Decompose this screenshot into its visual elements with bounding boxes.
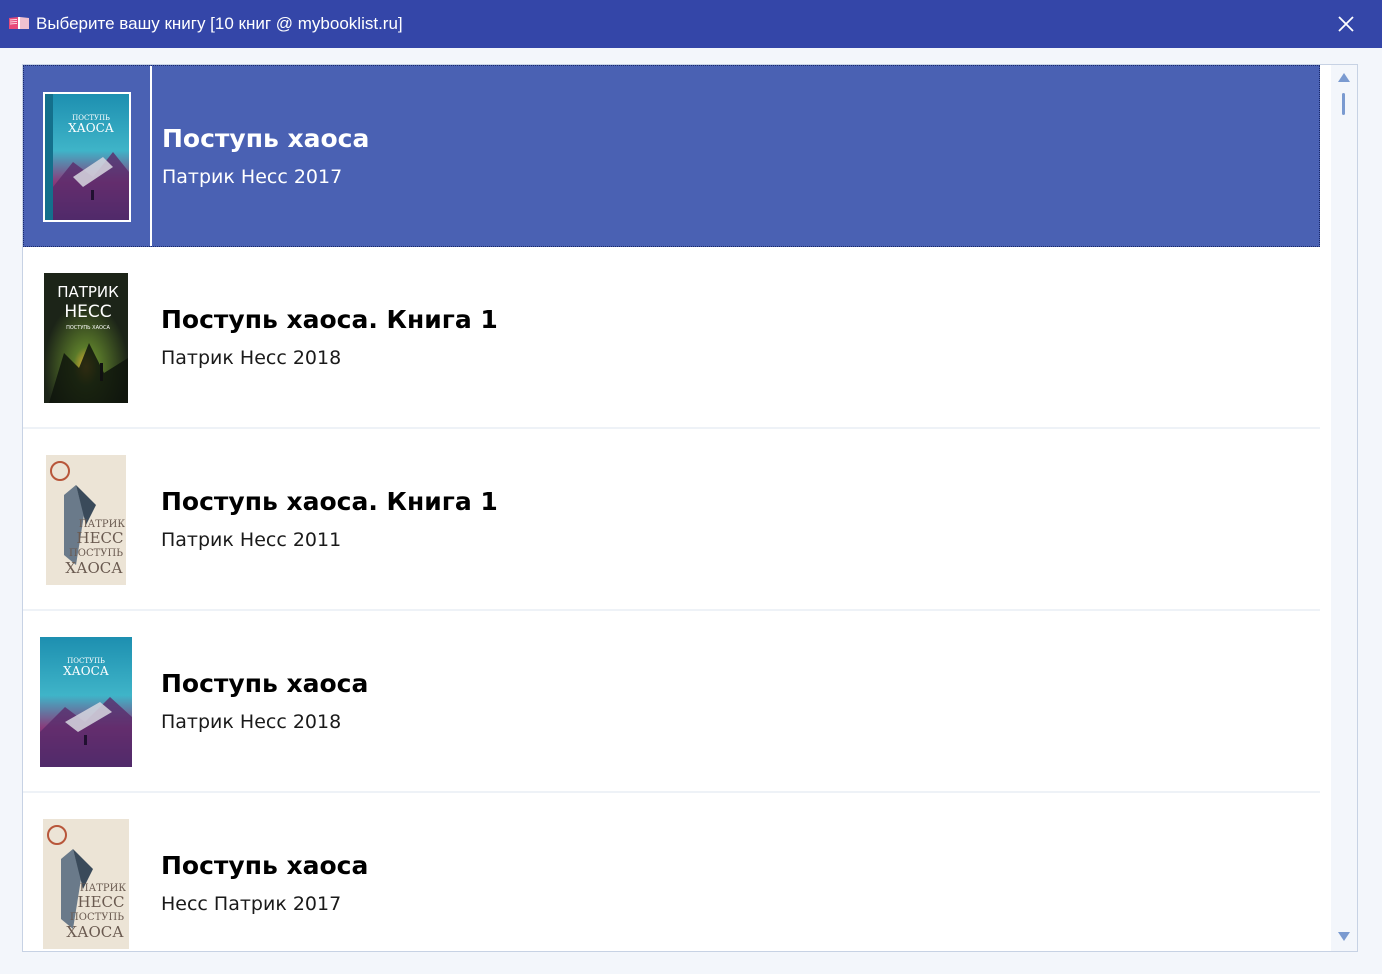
cover-text: НЕСС bbox=[78, 893, 125, 911]
book-author-year: Патрик Несс 2018 bbox=[161, 347, 342, 369]
book-list-item[interactable]: ПАТРИК НЕСС ПОСТУПЬ ХАОСА Поступь хаоса.… bbox=[23, 429, 1320, 611]
book-cover-image: ПАТРИК НЕСС ПОСТУПЬ ХАОСА bbox=[44, 273, 128, 403]
cover-text: НЕСС bbox=[64, 302, 111, 322]
cover-text: ПОСТУПЬ bbox=[69, 548, 123, 559]
cover-text: ХАОСА bbox=[68, 121, 114, 135]
title-bar: Выберите вашу книгу [10 книг @ mybooklis… bbox=[0, 0, 1382, 48]
open-book-icon bbox=[9, 17, 29, 29]
cover-text: ХАОСА bbox=[65, 559, 123, 577]
book-list-item[interactable]: ПАТРИК НЕСС ПОСТУПЬ ХАОСА Поступь хаоса.… bbox=[23, 247, 1320, 429]
cover-text: ХАОСА bbox=[63, 664, 109, 678]
book-author-year: Несс Патрик 2017 bbox=[161, 893, 342, 915]
book-title: Поступь хаоса bbox=[161, 851, 369, 880]
book-cover-image: ПОСТУПЬ ХАОСА bbox=[43, 92, 131, 222]
book-title: Поступь хаоса. Книга 1 bbox=[161, 487, 498, 516]
book-title: Поступь хаоса bbox=[161, 669, 369, 698]
cover-text: ПАТРИК bbox=[57, 283, 119, 301]
book-cover-image: ПАТРИК НЕСС ПОСТУПЬ ХАОСА bbox=[46, 455, 126, 585]
book-list-frame: ПОСТУПЬ ХАОСА Поступь хаоса Патрик Несс … bbox=[22, 64, 1358, 952]
arrow-down-icon[interactable] bbox=[1337, 931, 1351, 943]
book-author-year: Патрик Несс 2017 bbox=[162, 166, 343, 188]
scrollbar-thumb[interactable] bbox=[1342, 93, 1345, 115]
cover-text: НЕСС bbox=[77, 529, 124, 547]
arrow-up-icon[interactable] bbox=[1337, 71, 1351, 83]
cover-text: ПОСТУПЬ ХАОСА bbox=[66, 325, 110, 331]
book-cover-image: ПАТРИК НЕСС ПОСТУПЬ ХАОСА bbox=[43, 819, 129, 949]
vertical-scrollbar[interactable] bbox=[1331, 65, 1357, 951]
book-title: Поступь хаоса. Книга 1 bbox=[161, 305, 498, 334]
close-icon bbox=[1338, 16, 1354, 32]
book-list-item[interactable]: ПАТРИК НЕСС ПОСТУПЬ ХАОСА Поступь хаоса … bbox=[23, 793, 1320, 951]
book-title: Поступь хаоса bbox=[162, 124, 370, 153]
book-list-item[interactable]: ПОСТУПЬ ХАОСА Поступь хаоса Патрик Несс … bbox=[23, 65, 1320, 247]
book-list[interactable]: ПОСТУПЬ ХАОСА Поступь хаоса Патрик Несс … bbox=[23, 65, 1320, 951]
close-button[interactable] bbox=[1328, 6, 1364, 42]
window-body: ПОСТУПЬ ХАОСА Поступь хаоса Патрик Несс … bbox=[0, 48, 1382, 974]
book-list-item[interactable]: ПОСТУПЬ ХАОСА Поступь хаоса Патрик Несс … bbox=[23, 611, 1320, 793]
cover-text: ХАОСА bbox=[66, 923, 124, 941]
book-cover-image: ПОСТУПЬ ХАОСА bbox=[40, 637, 132, 767]
row-divider bbox=[150, 66, 152, 246]
book-author-year: Патрик Несс 2011 bbox=[161, 529, 342, 551]
window-title: Выберите вашу книгу [10 книг @ mybooklis… bbox=[36, 14, 403, 33]
book-author-year: Патрик Несс 2018 bbox=[161, 711, 342, 733]
cover-text: ПОСТУПЬ bbox=[70, 912, 124, 923]
